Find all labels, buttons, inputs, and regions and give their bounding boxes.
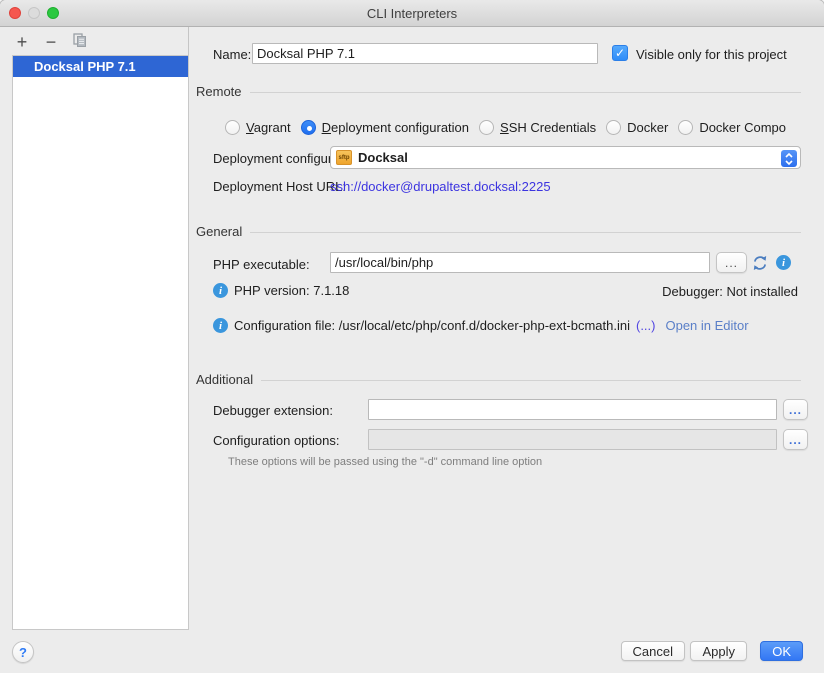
radio-button-icon[interactable] (606, 120, 621, 135)
options-note-text: These options will be passed using the "… (228, 456, 542, 468)
deployment-configuration-value: Docksal (358, 150, 408, 165)
configuration-options-input (368, 429, 777, 450)
configuration-options-label: Configuration options: (213, 433, 339, 448)
window-title: CLI Interpreters (0, 6, 824, 21)
php-version-row: i PHP version: 7.1.18 (213, 283, 349, 298)
sidebar-toolbar: + − (14, 31, 88, 53)
cancel-button[interactable]: Cancel (621, 641, 685, 661)
additional-section-label: Additional (196, 372, 253, 387)
php-executable-input[interactable] (330, 252, 710, 273)
radio-label: Deployment configuration (322, 120, 469, 135)
general-section-header: General (196, 224, 801, 239)
radio-docker[interactable]: Docker (606, 120, 668, 135)
deployment-host-url-label: Deployment Host URL: (213, 179, 346, 194)
debugger-extension-label: Debugger extension: (213, 403, 333, 418)
visible-project-checkbox[interactable]: ✓ (612, 45, 628, 61)
radio-label: Docker Compo (699, 120, 786, 135)
name-input[interactable] (252, 43, 598, 64)
radio-docker-compo[interactable]: Docker Compo (678, 120, 786, 135)
section-divider (250, 92, 801, 93)
radio-button-icon[interactable] (678, 120, 693, 135)
debugger-extension-browse-button[interactable]: ... (783, 399, 808, 420)
radio-button-icon[interactable] (301, 120, 316, 135)
section-divider (261, 380, 801, 381)
interpreter-list: Docksal PHP 7.1 (12, 55, 189, 630)
radio-ssh-credentials[interactable]: SSH Credentials (479, 120, 596, 135)
configuration-file-text: Configuration file: /usr/local/etc/php/c… (234, 318, 630, 333)
configuration-options-browse-button[interactable]: ... (783, 429, 808, 450)
visible-project-label[interactable]: Visible only for this project (636, 47, 787, 62)
ok-button[interactable]: OK (760, 641, 803, 661)
additional-section-header: Additional (196, 372, 801, 387)
help-button[interactable]: ? (12, 641, 34, 663)
apply-button[interactable]: Apply (690, 641, 747, 661)
cli-interpreters-dialog: CLI Interpreters + − Docksal PHP 7.1 Nam… (0, 0, 824, 673)
info-icon: i (213, 283, 228, 298)
remote-section-header: Remote (196, 84, 801, 99)
deployment-configuration-select[interactable]: sftp Docksal (330, 146, 801, 169)
copy-interpreter-icon[interactable] (72, 33, 88, 51)
open-in-editor-link[interactable]: Open in Editor (665, 318, 748, 333)
info-icon: i (213, 318, 228, 333)
general-section-label: General (196, 224, 242, 239)
php-executable-browse-button[interactable]: ... (716, 252, 747, 273)
list-item-docksal-php-7-1[interactable]: Docksal PHP 7.1 (13, 56, 188, 77)
radio-button-icon[interactable] (479, 120, 494, 135)
radio-label: Vagrant (246, 120, 291, 135)
deployment-host-url-value: ssh://docker@drupaltest.docksal:2225 (330, 179, 551, 194)
dropdown-stepper-icon[interactable] (781, 150, 797, 167)
remote-radio-group: Vagrant Deployment configuration SSH Crede… (225, 118, 824, 136)
expand-files-link[interactable]: (...) (636, 318, 656, 333)
remove-interpreter-button[interactable]: − (43, 33, 59, 51)
name-label: Name: (213, 47, 251, 62)
radio-deployment-configuration[interactable]: Deployment configuration (301, 120, 469, 135)
add-interpreter-button[interactable]: + (14, 33, 30, 51)
title-bar: CLI Interpreters (0, 0, 824, 27)
debugger-extension-input[interactable] (368, 399, 777, 420)
radio-label: SSH Credentials (500, 120, 596, 135)
php-executable-label: PHP executable: (213, 257, 310, 272)
debugger-status-text: Debugger: Not installed (662, 284, 798, 299)
php-version-text: PHP version: 7.1.18 (234, 283, 349, 298)
show-phpinfo-icon[interactable]: i (776, 255, 791, 270)
remote-section-label: Remote (196, 84, 242, 99)
sftp-server-icon: sftp (336, 150, 352, 165)
radio-button-icon[interactable] (225, 120, 240, 135)
section-divider (250, 232, 801, 233)
radio-vagrant[interactable]: Vagrant (225, 120, 291, 135)
configuration-file-row: i Configuration file: /usr/local/etc/php… (213, 318, 749, 333)
reload-phpinfo-icon[interactable] (752, 255, 768, 271)
radio-label: Docker (627, 120, 668, 135)
